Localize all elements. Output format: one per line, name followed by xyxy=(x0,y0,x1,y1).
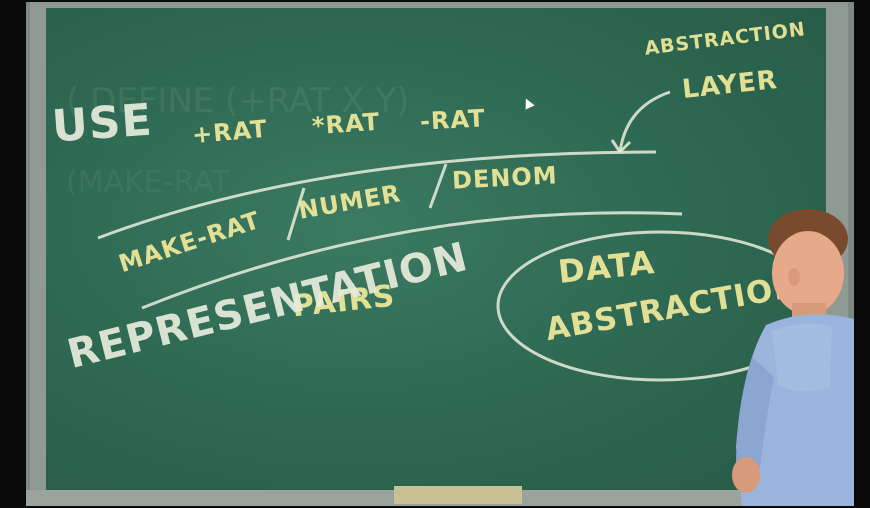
divider-slash xyxy=(428,163,448,209)
use-label: USE xyxy=(50,94,155,153)
sub-rat-label: -RAT xyxy=(419,104,487,136)
svg-text:(MAKE-RAT: (MAKE-RAT xyxy=(66,165,230,200)
lecture-video[interactable]: ( DEFINE (+RAT X Y) (MAKE-RAT USE +RAT *… xyxy=(26,2,854,506)
denom-label: DENOM xyxy=(451,161,559,195)
lecturer xyxy=(732,209,854,506)
mul-rat-label: *RAT xyxy=(311,107,382,141)
video-frame: ( DEFINE (+RAT X Y) (MAKE-RAT USE +RAT *… xyxy=(0,0,870,508)
